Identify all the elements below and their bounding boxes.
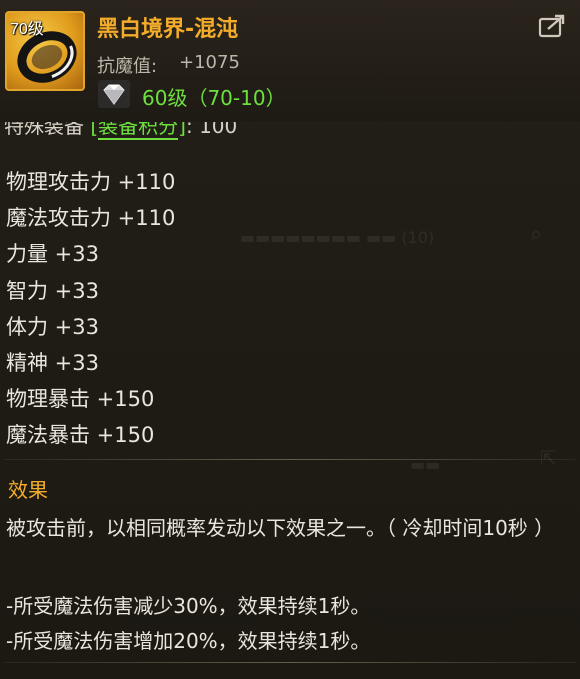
stat-list: 物理攻击力 +110 魔法攻击力 +110 力量 +33 智力 +33 体力 +… [6, 166, 175, 456]
special-equipment-label: 特殊装备 [4, 122, 84, 138]
equipment-score-link[interactable]: 装备积分 [98, 122, 179, 140]
item-name: 黑白境界-混沌 [97, 17, 239, 42]
special-equipment-row: 特殊装备 [装备积分]: 100 [4, 122, 504, 146]
stat-intelligence: 智力 +33 [6, 278, 99, 303]
magic-resistance-label: 抗魔值: [97, 56, 158, 77]
background-ghost-text-2: ▬▬ [410, 455, 441, 474]
magic-resistance-value: +1075 [179, 52, 240, 73]
item-level-badge: 70级 [10, 21, 44, 38]
stat-magic-crit: 魔法暴击 +150 [6, 423, 155, 448]
stat-vitality: 体力 +33 [6, 314, 99, 339]
effect-line-2: -所受魔法伤害增加20%，效果持续1秒。 [6, 629, 371, 653]
stat-physical-crit: 物理暴击 +150 [6, 387, 155, 412]
background-ghost-text: ▬▬▬▬▬▬▬▬ ▬▬ (10) [240, 228, 435, 247]
effect-line-1: -所受魔法伤害减少30%，效果持续1秒。 [6, 594, 371, 618]
effect-title: 效果 [8, 478, 48, 502]
share-icon[interactable] [538, 13, 568, 39]
stat-spirit: 精神 +33 [6, 350, 99, 375]
background-ghost-icon: ⌕ [530, 222, 543, 247]
background-ghost-share: ⇱ [540, 446, 557, 470]
diamond-gem-icon [98, 80, 130, 108]
equipment-score-value: : 100 [185, 122, 238, 138]
bracket-close: ] [178, 122, 186, 138]
bracket-open: [ [90, 122, 99, 138]
level-range: 60级（70-10） [142, 86, 286, 110]
effect-description: 被攻击前，以相同概率发动以下效果之一。（ 冷却时间10秒 ） [6, 516, 555, 540]
item-header: 70级 黑白境界-混沌 抗魔值: +1075 60级（70-10） [0, 0, 580, 122]
stat-magic-attack: 魔法攻击力 +110 [6, 206, 176, 231]
stat-physical-attack: 物理攻击力 +110 [6, 170, 176, 194]
bottom-divider [4, 662, 576, 663]
section-divider [4, 459, 576, 460]
black-white-ring-icon: 70级 [5, 11, 85, 91]
stat-strength: 力量 +33 [6, 242, 99, 267]
item-tooltip-panel: ▬▬▬▬▬▬▬▬ ▬▬ (10) ⌕ ▬▬ ⇱ 70级 黑白境界-混沌 抗魔值:… [0, 0, 580, 679]
